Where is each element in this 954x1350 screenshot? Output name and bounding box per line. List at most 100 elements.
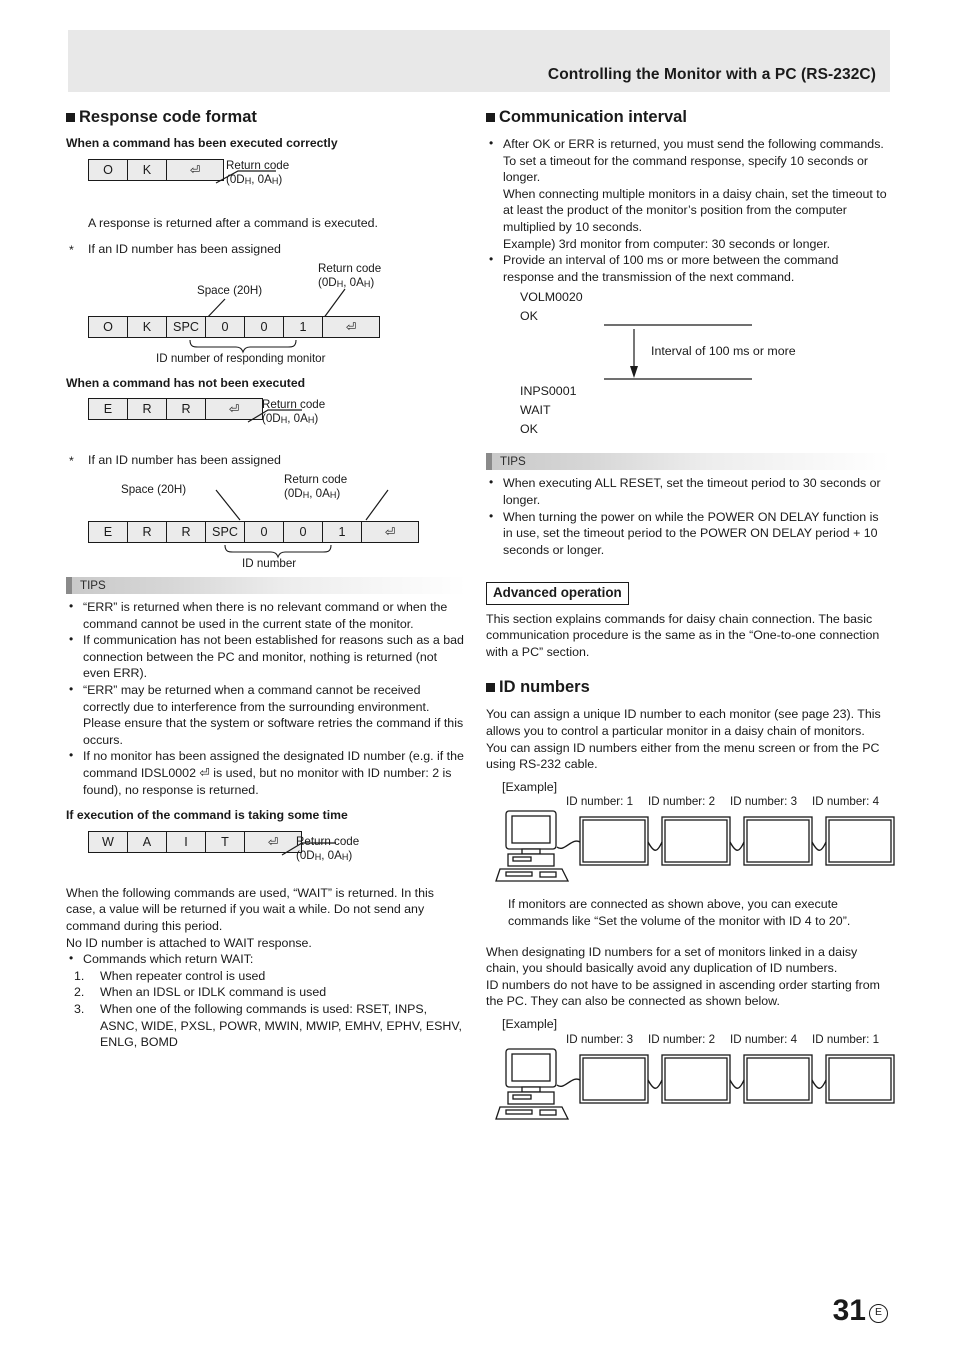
monitor-id-label: ID number: 3: [566, 1032, 634, 1046]
callout-line: Return code: [262, 398, 326, 412]
ok-id-return-code-callout: Return code (0DH, 0AH): [318, 262, 381, 291]
square-bullet-icon: [486, 683, 495, 693]
list-number: 1.: [74, 968, 85, 983]
code-cell-spc: SPC: [166, 315, 206, 338]
code-cell: W: [88, 830, 128, 853]
callout-line: (0DH, 0AH): [226, 172, 283, 186]
heading-response-code-format-label: Response code format: [79, 108, 257, 126]
code-cell: E: [88, 398, 128, 421]
wait-return-code-callout: Return code (0DH, 0AH): [296, 835, 359, 864]
code-cell: E: [88, 521, 128, 544]
wait-explanation-1: When the following commands are used, “W…: [66, 885, 434, 933]
list-number: 3.: [74, 1001, 85, 1016]
err-id-response-diagram: Return code (0DH, 0AH) Space (20H) E R R…: [66, 473, 466, 577]
wait-commands-list: Commands which return WAIT:: [66, 950, 466, 968]
list-item: “ERR” may be returned when a command can…: [66, 681, 466, 748]
callout-line: (0DH, 0AH): [284, 487, 341, 501]
ok-id-response-diagram: Return code (0DH, 0AH) Space (20H) O K S…: [66, 262, 466, 370]
code-cell: 0: [244, 315, 284, 338]
code-cell-spc: SPC: [205, 521, 245, 544]
interval-cmd-below-2: WAIT: [520, 403, 551, 418]
interval-cmd-above-2: OK: [520, 309, 538, 324]
list-item: If communication has not been establishe…: [66, 631, 466, 682]
heading-communication-interval-label: Communication interval: [499, 108, 687, 126]
tips-body: When executing ALL RESET, set the timeou…: [486, 470, 890, 558]
left-column: Response code format When a command has …: [66, 108, 466, 1051]
edition-badge: E: [869, 1304, 888, 1323]
list-number: 2.: [74, 985, 85, 1000]
tips-label: TIPS: [500, 455, 526, 469]
page-header-band: Controlling the Monitor with a PC (RS-23…: [68, 30, 890, 92]
callout-line: Return code: [284, 473, 348, 487]
id-numbers-text-2: You can assign ID numbers either from th…: [486, 740, 880, 772]
star-id-assigned-1: If an ID number has been assigned: [66, 241, 466, 258]
list-text: When an IDSL or IDLK command is used: [100, 985, 327, 1000]
page-footer: 31 E: [833, 1296, 888, 1326]
list-text: When repeater control is used: [100, 968, 266, 983]
tips-block-right: TIPS When executing ALL RESET, set the t…: [486, 453, 890, 558]
interval-label: Interval of 100 ms or more: [651, 344, 796, 359]
manual-page: Controlling the Monitor with a PC (RS-23…: [0, 0, 954, 1350]
code-cell: R: [166, 398, 206, 421]
callout-line: Return code: [296, 834, 360, 848]
table-row: E R R ⏎: [88, 398, 263, 421]
tips-list: “ERR” is returned when there is no relev…: [66, 598, 466, 798]
callout-line: Return code: [318, 261, 382, 275]
communication-interval-list: After OK or ERR is returned, you must se…: [486, 135, 890, 285]
daisy-chain-svg: [495, 1047, 895, 1120]
callout-line: (0DH, 0AH): [296, 848, 353, 862]
list-item: Provide an interval of 100 ms or more be…: [486, 251, 890, 285]
tips-list: When executing ALL RESET, set the timeou…: [486, 474, 890, 558]
code-cell: 1: [283, 315, 323, 338]
wait-code-table: W A I T ⏎: [88, 830, 302, 853]
tips-block-left: TIPS “ERR” is returned when there is no …: [66, 577, 466, 798]
ok-id-code-table: O K SPC 0 0 1 ⏎: [88, 315, 380, 338]
id-numbers-text-4: ID numbers do not have to be assigned in…: [486, 977, 880, 1009]
code-cell: R: [127, 521, 167, 544]
err-id-brace-label: ID number: [242, 557, 297, 571]
ok-return-code-callout: Return code (0DH, 0AH): [226, 159, 289, 188]
square-bullet-icon: [66, 112, 75, 122]
err-return-code-callout: Return code (0DH, 0AH): [262, 398, 325, 427]
code-cell: T: [205, 830, 245, 853]
subheading-taking-some-time: If execution of the command is taking so…: [66, 808, 348, 823]
advanced-operation-box: Advanced operation: [486, 582, 629, 605]
wait-explanation-2: No ID number is attached to WAIT respons…: [66, 935, 312, 950]
list-text: When one of the following commands is us…: [100, 1001, 462, 1050]
star-id-assigned-2: If an ID number has been assigned: [66, 452, 466, 469]
advanced-operation-box-wrap: Advanced operation: [486, 582, 890, 605]
tips-body: “ERR” is returned when there is no relev…: [66, 594, 466, 798]
err-code-table: E R R ⏎: [88, 398, 263, 421]
id-numbers-text-3: When designating ID numbers for a set of…: [486, 944, 858, 976]
code-cell: O: [88, 315, 128, 338]
code-cell: 0: [244, 521, 284, 544]
wait-numbered-list: 1. When repeater control is used 2. When a…: [66, 968, 466, 1051]
tips-bar: TIPS: [486, 453, 890, 471]
code-cell: A: [127, 830, 167, 853]
err-id-code-table: E R R SPC 0 0 1 ⏎: [88, 521, 419, 544]
diagram1-labels: ID number: 1 ID number: 2 ID number: 3 I…: [566, 795, 896, 809]
subheading-not-executed: When a command has not been executed: [66, 375, 306, 390]
page-header-title: Controlling the Monitor with a PC (RS-23…: [547, 66, 876, 83]
interval-diagram: VOLM0020 OK Interval of 100 ms or more I…: [486, 287, 890, 436]
ok-response-diagram: O K ⏎ Return code (0DH, 0AH): [66, 157, 466, 215]
wait-response-diagram: W A I T ⏎ Return code (0DH, 0AH): [66, 829, 466, 885]
tips-bar: TIPS: [66, 577, 466, 595]
list-item: When executing ALL RESET, set the timeou…: [486, 474, 890, 508]
table-row: O K ⏎: [88, 158, 224, 181]
daisy-chain-diagram-2: ID number: 3 ID number: 2 ID number: 4 I…: [486, 1032, 895, 1128]
list-item: 3. When one of the following commands is …: [66, 1001, 466, 1051]
example-label-1: [Example]: [502, 779, 558, 794]
monitor-id-label: ID number: 1: [566, 795, 634, 809]
heading-id-numbers: ID numbers: [486, 678, 890, 697]
heading-communication-interval: Communication interval: [486, 108, 890, 127]
monitor-id-label: ID number: 2: [648, 795, 716, 809]
page-number: 31: [832, 1294, 866, 1327]
list-item: 2. When an IDSL or IDLK command is used: [66, 984, 466, 1001]
code-cell: K: [127, 158, 167, 181]
callout-line: Return code: [226, 158, 290, 172]
table-row: O K SPC 0 0 1 ⏎: [88, 315, 380, 338]
tips-tab-marker: [486, 453, 492, 471]
interval-cmd-below-1: INPS0001: [520, 384, 577, 399]
daisy-chain-svg: [495, 810, 895, 883]
